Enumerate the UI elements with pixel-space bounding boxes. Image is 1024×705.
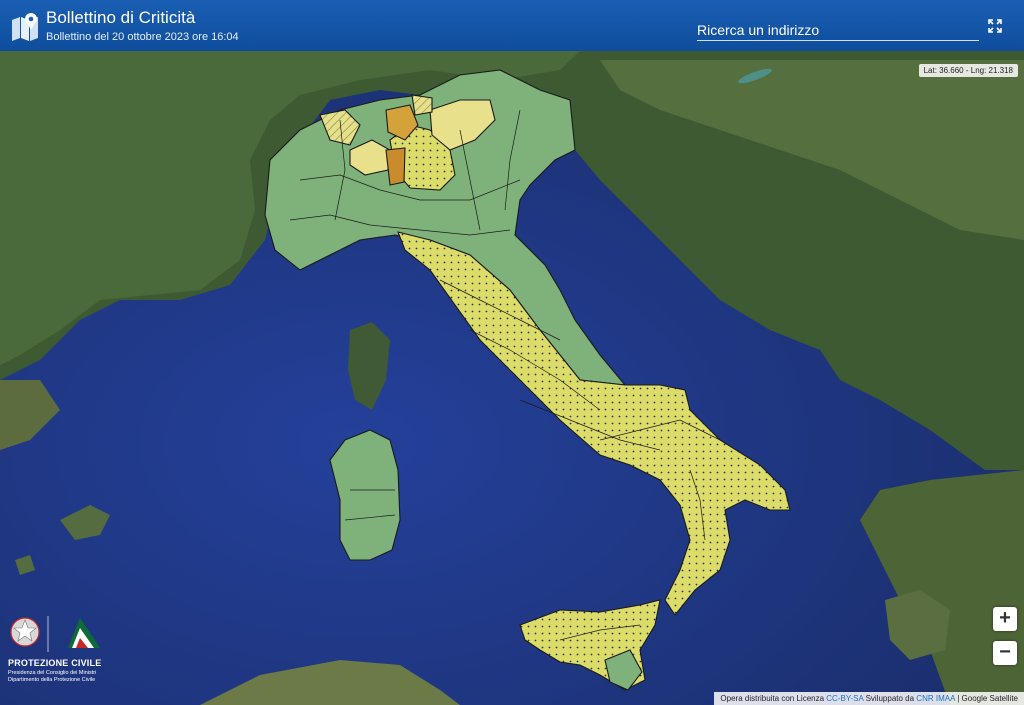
map-canvas[interactable] (0, 51, 1024, 705)
protezione-civile-branding: PROTEZIONE CIVILE Presidenza del Consigl… (6, 612, 106, 683)
map-attribution: Opera distribuita con Licenza CC-BY-SA S… (714, 692, 1024, 705)
zone-hatched-2[interactable] (411, 94, 433, 116)
tiles-credit: Google Satellite (961, 694, 1018, 703)
brand-name: PROTEZIONE CIVILE (8, 658, 102, 668)
page-title: Bollettino di Criticità (46, 8, 196, 27)
protezione-civile-logo-icon (68, 618, 100, 648)
cursor-coordinates: Lat: 36.660 - Lng: 21.318 (918, 64, 1018, 77)
fullscreen-icon[interactable] (987, 18, 1003, 34)
zone-orange-2[interactable] (385, 147, 406, 186)
address-search-input[interactable] (697, 20, 979, 41)
zoom-out-button[interactable]: − (993, 641, 1017, 665)
map-pin-icon (12, 13, 38, 41)
attribution-separator: | (957, 694, 960, 703)
bulletin-date: Bollettino del 20 ottobre 2023 ore 16:04 (46, 31, 239, 43)
brand-line-2: Dipartimento della Protezione Civile (8, 677, 96, 683)
brand-line-1: Presidenza del Consiglio dei Ministri (8, 670, 97, 676)
developer-link[interactable]: CNR IMAA (916, 694, 955, 703)
attribution-developed: Sviluppato da (865, 694, 915, 703)
republic-emblem-icon (10, 617, 40, 647)
zoom-in-button[interactable]: + (993, 607, 1017, 631)
header: Bollettino di Criticità Bollettino del 2… (0, 0, 1024, 51)
attribution-prefix: Opera distribuita con Licenza (720, 694, 825, 703)
zone-sardinia[interactable] (329, 429, 401, 561)
app: Bollettino di Criticità Bollettino del 2… (0, 0, 1024, 705)
license-link[interactable]: CC-BY-SA (826, 694, 863, 703)
branding-logos (10, 616, 100, 652)
